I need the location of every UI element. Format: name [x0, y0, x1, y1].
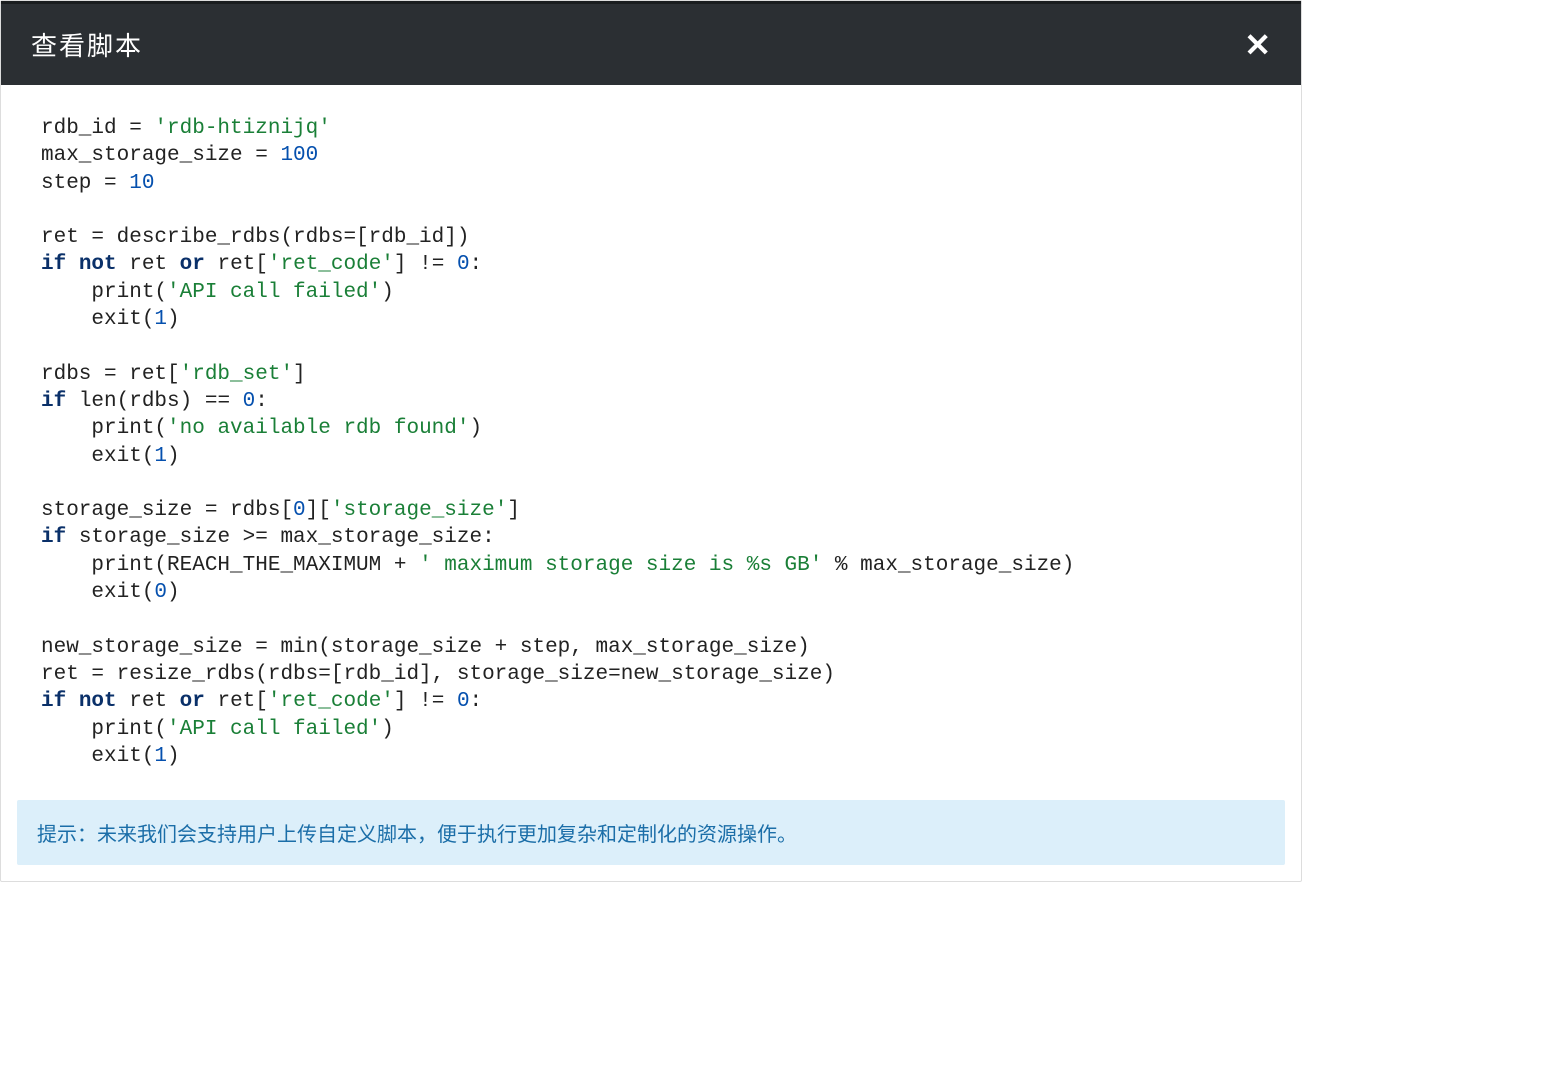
- code-line: ret = describe_rdbs(rdbs=[rdb_id]): [41, 226, 469, 249]
- hint-prefix: 提示：: [37, 822, 97, 846]
- script-code-block: rdb_id = 'rdb-htiznijq' max_storage_size…: [41, 115, 1261, 770]
- code-line: exit(0): [41, 581, 180, 604]
- code-line: print('API call failed'): [41, 281, 394, 304]
- hint-text: 未来我们会支持用户上传自定义脚本，便于执行更加复杂和定制化的资源操作。: [97, 822, 797, 846]
- code-line: exit(1): [41, 308, 180, 331]
- code-line: max_storage_size = 100: [41, 144, 318, 167]
- hint-banner: 提示：未来我们会支持用户上传自定义脚本，便于执行更加复杂和定制化的资源操作。: [17, 800, 1285, 865]
- code-line: if len(rdbs) == 0:: [41, 390, 268, 413]
- modal-body: rdb_id = 'rdb-htiznijq' max_storage_size…: [1, 85, 1301, 790]
- code-line: new_storage_size = min(storage_size + st…: [41, 636, 810, 659]
- code-line: if storage_size >= max_storage_size:: [41, 526, 495, 549]
- code-line: storage_size = rdbs[0]['storage_size']: [41, 499, 520, 522]
- code-line: rdb_id = 'rdb-htiznijq': [41, 117, 331, 140]
- code-line: print(REACH_THE_MAXIMUM + ' maximum stor…: [41, 554, 1074, 577]
- code-line: if not ret or ret['ret_code'] != 0:: [41, 253, 482, 276]
- code-line: rdbs = ret['rdb_set']: [41, 363, 306, 386]
- code-line: print('API call failed'): [41, 718, 394, 741]
- modal-title: 查看脚本: [31, 26, 143, 63]
- close-icon[interactable]: ✕: [1244, 29, 1271, 61]
- code-line: ret = resize_rdbs(rdbs=[rdb_id], storage…: [41, 663, 835, 686]
- code-line: print('no available rdb found'): [41, 417, 482, 440]
- view-script-modal: 查看脚本 ✕ rdb_id = 'rdb-htiznijq' max_stora…: [0, 0, 1302, 882]
- code-line: exit(1): [41, 445, 180, 468]
- code-line: if not ret or ret['ret_code'] != 0:: [41, 690, 482, 713]
- code-line: step = 10: [41, 172, 154, 195]
- modal-header: 查看脚本 ✕: [1, 1, 1301, 85]
- code-line: exit(1): [41, 745, 180, 768]
